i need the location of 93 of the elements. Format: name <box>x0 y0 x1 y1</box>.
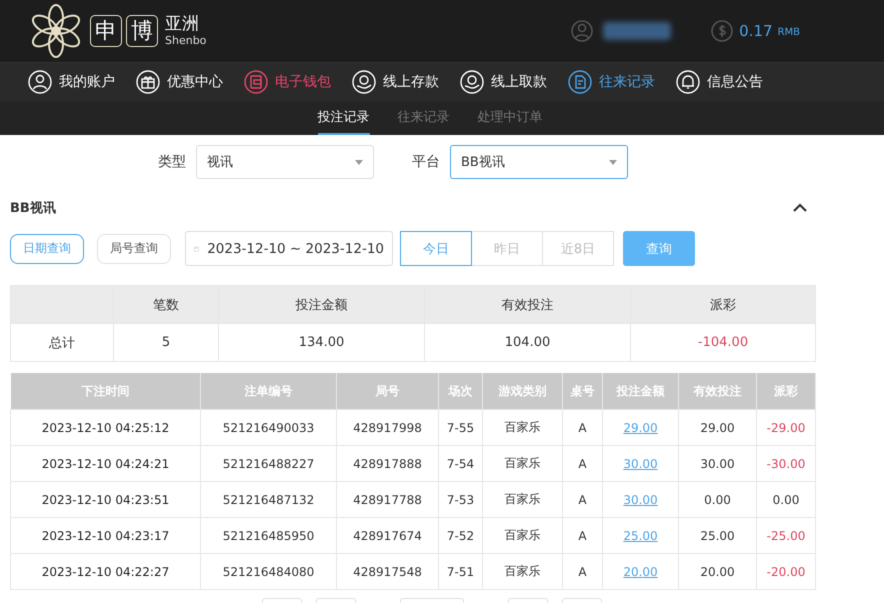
table-cell: 521216487132 <box>222 492 314 506</box>
wallet-icon <box>244 70 268 94</box>
column-header: 投注金额 <box>218 286 424 324</box>
table-cell: 0.00 <box>772 492 800 506</box>
table-cell: 134.00 <box>218 324 424 362</box>
document-icon <box>568 70 592 94</box>
logo-subtitle: Shenbo <box>165 35 206 46</box>
table-cell: 百家乐 <box>504 492 540 506</box>
bell-icon <box>676 70 700 94</box>
table-cell: 7-55 <box>446 420 474 434</box>
table-cell: 104.00 <box>424 324 630 362</box>
redacted-username <box>603 22 672 40</box>
dropdown[interactable]: 视讯 <box>196 145 374 179</box>
table-cell: 521216484080 <box>222 564 314 578</box>
table-cell: A <box>578 564 587 578</box>
table-cell: 2023-12-10 04:22:27 <box>42 564 170 578</box>
search-button[interactable]: 查询 <box>623 231 695 266</box>
table-cell: 428917674 <box>353 528 422 542</box>
table-cell: 2023-12-10 04:25:12 <box>42 420 170 434</box>
table-cell: 百家乐 <box>504 528 540 542</box>
amount-link[interactable]: 30.00 <box>623 456 658 470</box>
query-mode-button[interactable]: 日期查询 <box>10 234 84 264</box>
table-cell: 百家乐 <box>504 420 540 434</box>
logo-title: 亚洲 <box>165 16 200 33</box>
tab[interactable]: 往来记录 <box>398 101 450 135</box>
table-cell: 百家乐 <box>504 564 540 578</box>
table-cell: 30.00 <box>700 456 735 470</box>
dropdown[interactable]: BB视讯 <box>450 145 628 179</box>
section-title: BB视讯 <box>10 200 56 217</box>
table-cell: 7-54 <box>446 456 474 470</box>
coin-hand-icon <box>352 70 376 94</box>
table-cell: A <box>578 492 587 506</box>
table-cell: 7-52 <box>446 528 474 542</box>
user-icon <box>28 70 52 94</box>
currency-label: RMB <box>778 26 800 38</box>
table-cell: 521216488227 <box>222 456 314 470</box>
column-header: 有效投注 <box>424 286 630 324</box>
collapse-chevron-icon[interactable] <box>792 203 808 213</box>
table-cell: 2023-12-10 04:23:51 <box>42 492 170 506</box>
date-range-field[interactable]: 2023-12-10 ~ 2023-12-10 <box>185 231 393 266</box>
dollar-coin-icon <box>711 20 734 42</box>
table-cell: 7-53 <box>446 492 474 506</box>
date-preset-button[interactable]: 近8日 <box>542 231 614 266</box>
field-label: 平台 <box>412 153 440 171</box>
nav-item[interactable]: 我的账户 <box>28 70 115 94</box>
user-icon <box>571 20 594 42</box>
table-cell: 2023-12-10 04:23:17 <box>42 528 170 542</box>
table-cell: A <box>578 456 587 470</box>
table-cell: A <box>578 528 587 542</box>
table-cell: 总计 <box>10 324 114 362</box>
date-preset-button[interactable]: 今日 <box>400 231 472 266</box>
logo-character: 申 <box>90 15 122 47</box>
amount-link[interactable]: 20.00 <box>623 564 658 578</box>
table-cell: -25.00 <box>766 528 806 542</box>
table-cell: 428917788 <box>353 492 422 506</box>
amount-link[interactable]: 25.00 <box>623 528 658 542</box>
table-cell: 428917888 <box>353 456 422 470</box>
column-header: 派彩 <box>630 286 816 324</box>
nav-item[interactable]: 线上取款 <box>460 70 547 94</box>
coin-hand-icon <box>460 70 484 94</box>
table-cell: 20.00 <box>700 564 735 578</box>
table-cell: A <box>578 420 587 434</box>
table-cell: 521216485950 <box>222 528 314 542</box>
gift-icon <box>136 70 160 94</box>
table-cell: 428917998 <box>353 420 422 434</box>
nav-item[interactable]: 信息公告 <box>676 70 763 94</box>
table-cell: 428917548 <box>353 564 422 578</box>
table-cell: 5 <box>114 324 218 362</box>
table-cell: 25.00 <box>700 528 735 542</box>
field-label: 类型 <box>158 153 186 171</box>
date-preset-button[interactable]: 昨日 <box>471 231 543 266</box>
table-cell: 29.00 <box>700 420 735 434</box>
table-cell: -20.00 <box>766 564 806 578</box>
query-mode-button[interactable]: 局号查询 <box>97 234 171 264</box>
nav-item[interactable]: 电子钱包 <box>244 70 331 94</box>
nav-item[interactable]: 优惠中心 <box>136 70 223 94</box>
table-cell: -30.00 <box>766 456 806 470</box>
balance-amount: 0.17 <box>739 22 773 40</box>
table-cell: 7-51 <box>446 564 474 578</box>
table-cell: 2023-12-10 04:24:21 <box>42 456 170 470</box>
column-header: 笔数 <box>114 286 218 324</box>
table-cell: -104.00 <box>630 324 816 362</box>
table-cell: 百家乐 <box>504 456 540 470</box>
nav-item[interactable]: 往来记录 <box>568 70 655 94</box>
nav-item[interactable]: 线上存款 <box>352 70 439 94</box>
amount-link[interactable]: 30.00 <box>623 492 658 506</box>
table-cell: -29.00 <box>766 420 806 434</box>
table-cell: 0.00 <box>704 492 731 506</box>
amount-link[interactable]: 29.00 <box>623 420 658 434</box>
tab[interactable]: 投注记录 <box>318 101 370 135</box>
tab[interactable]: 处理中订单 <box>478 101 542 135</box>
table-cell: 521216490033 <box>222 420 314 434</box>
logo-character: 博 <box>126 15 158 47</box>
